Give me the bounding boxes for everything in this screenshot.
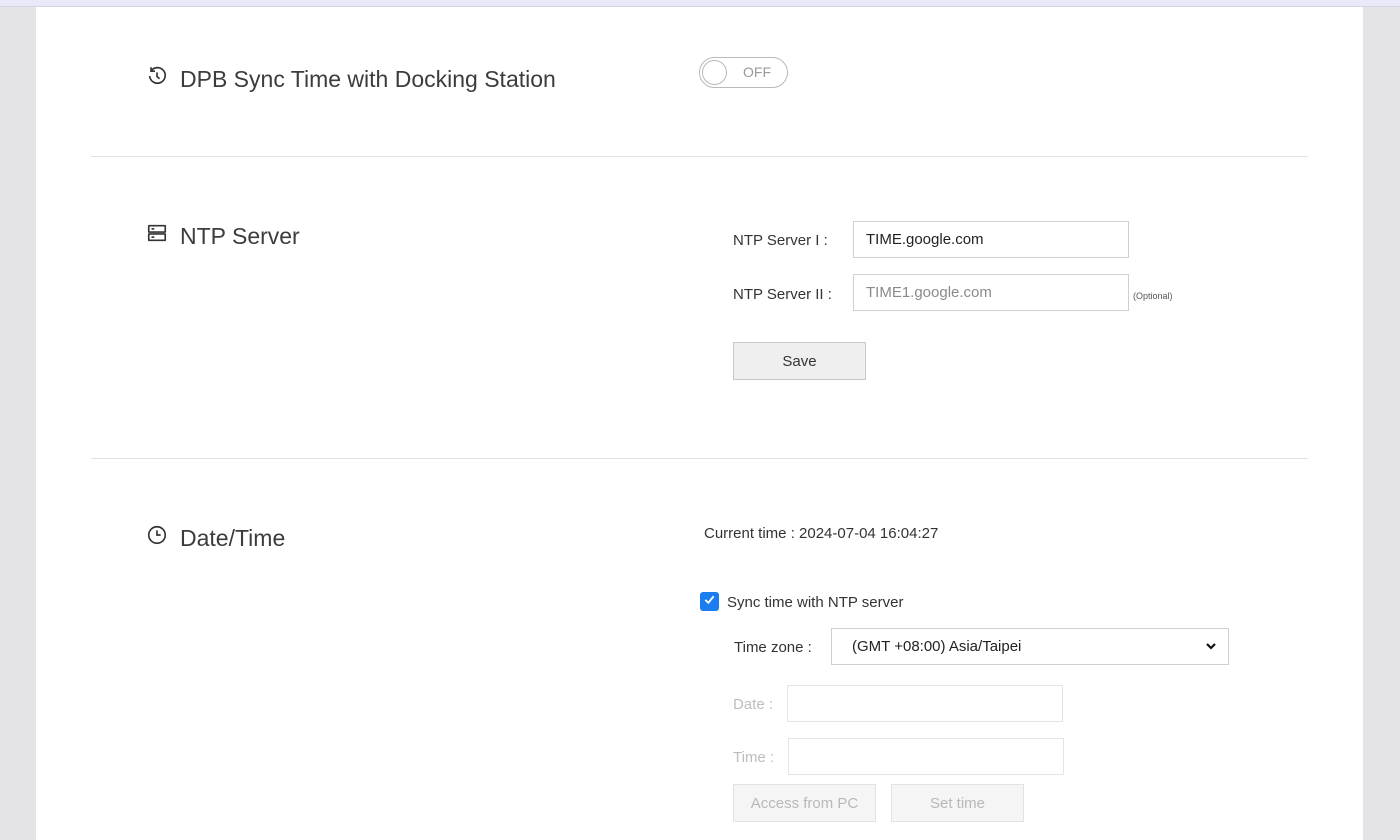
toggle-knob	[702, 60, 727, 85]
date-label: Date :	[733, 696, 774, 713]
ntp-server1-input[interactable]	[853, 221, 1129, 258]
datetime-section-label: Date/Time	[180, 524, 286, 551]
sync-section-label: DPB Sync Time with Docking Station	[180, 65, 556, 92]
server-icon	[146, 222, 180, 250]
time-label: Time :	[733, 749, 775, 766]
sync-docking-toggle[interactable]: OFF	[699, 57, 788, 88]
settings-panel: DPB Sync Time with Docking Station OFF N…	[36, 7, 1363, 840]
save-button[interactable]: Save	[733, 342, 866, 380]
set-time-button[interactable]: Set time	[891, 784, 1024, 822]
section-divider	[91, 458, 1308, 459]
checkmark-icon	[703, 593, 716, 611]
datetime-section-title: Date/Time	[146, 524, 285, 552]
section-divider	[91, 156, 1308, 157]
chevron-down-icon	[1204, 639, 1218, 657]
current-time-label: Current time : 2024-07-04 16:04:27	[704, 525, 939, 542]
optional-note: (Optional)	[1133, 291, 1173, 301]
timezone-label: Time zone :	[734, 639, 812, 656]
ntp-server1-label: NTP Server I :	[733, 232, 828, 249]
ntp-section-title: NTP Server	[146, 222, 300, 250]
sync-section-title: DPB Sync Time with Docking Station	[146, 65, 556, 93]
timezone-select[interactable]: (GMT +08:00) Asia/Taipei	[831, 628, 1229, 665]
sync-ntp-checkbox[interactable]	[700, 592, 719, 611]
ntp-server2-input[interactable]	[853, 274, 1129, 311]
access-from-pc-button[interactable]: Access from PC	[733, 784, 876, 822]
toggle-state-label: OFF	[743, 64, 771, 80]
ntp-server2-label: NTP Server II :	[733, 286, 832, 303]
sync-ntp-label[interactable]: Sync time with NTP server	[727, 594, 903, 611]
time-input[interactable]	[788, 738, 1064, 775]
top-bar	[0, 0, 1400, 7]
ntp-section-label: NTP Server	[180, 222, 300, 249]
timezone-value: (GMT +08:00) Asia/Taipei	[852, 638, 1022, 655]
date-input[interactable]	[787, 685, 1063, 722]
clock-icon	[146, 524, 180, 552]
clock-sync-icon	[146, 65, 180, 93]
